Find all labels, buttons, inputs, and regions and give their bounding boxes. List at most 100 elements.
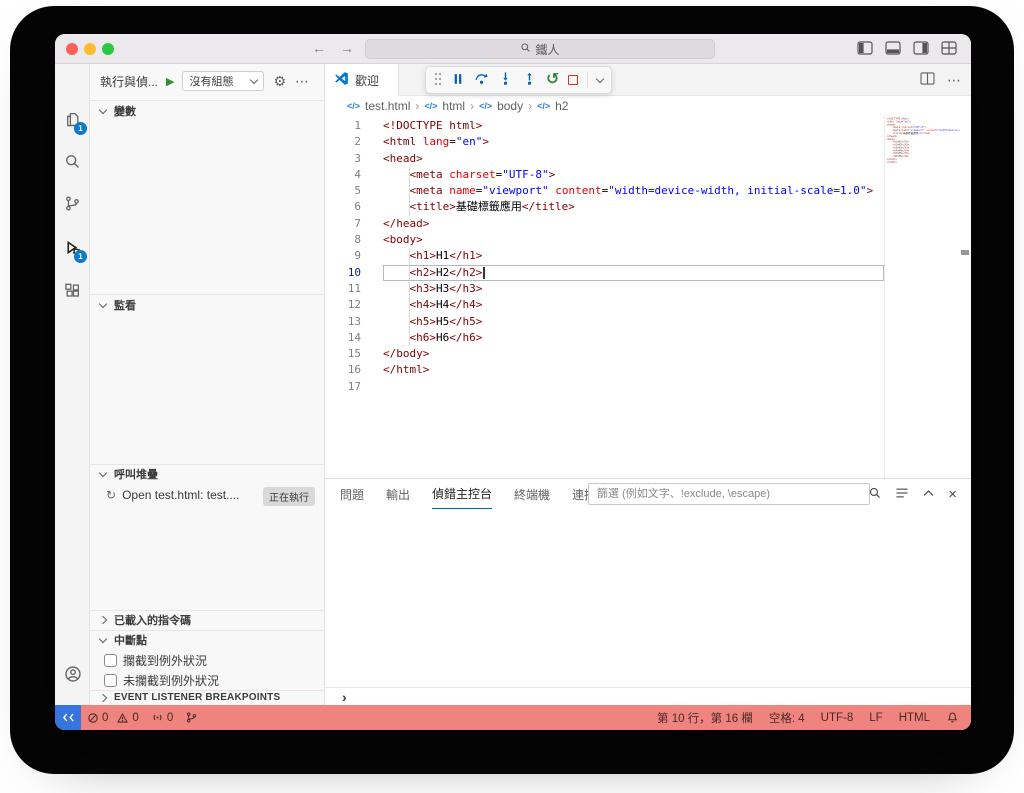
code-line[interactable]: <h5>H5</h5> <box>383 314 884 330</box>
close-panel-icon[interactable]: × <box>948 487 957 502</box>
toggle-panel-icon[interactable] <box>885 41 901 55</box>
toggle-secondary-sidebar-icon[interactable] <box>913 41 929 55</box>
line-number[interactable]: 17 <box>325 379 369 395</box>
line-number[interactable]: 16 <box>325 362 369 378</box>
line-number[interactable]: 12 <box>325 297 369 313</box>
encoding-status[interactable]: UTF-8 <box>821 712 854 724</box>
debug-config-dropdown[interactable]: 沒有組態 <box>182 71 265 91</box>
minimize-window-button[interactable] <box>84 43 96 55</box>
filter-search-icon[interactable] <box>868 486 882 503</box>
views-more-actions-icon[interactable]: ⋯ <box>295 74 309 88</box>
tab-problems[interactable]: 問題 <box>340 479 364 509</box>
code-line[interactable]: <h4>H4</h4> <box>383 297 884 313</box>
command-center-search[interactable]: 鐵人 <box>365 39 715 59</box>
line-number[interactable]: 9 <box>325 248 369 264</box>
maximize-panel-icon[interactable] <box>922 487 935 501</box>
variables-section-header[interactable]: 變數 <box>90 100 325 122</box>
breakpoints-section-header[interactable]: 中斷點 <box>90 630 325 650</box>
breadcrumb-file[interactable]: test.html <box>365 99 410 113</box>
line-number[interactable]: 7 <box>325 216 369 232</box>
line-number[interactable]: 14 <box>325 330 369 346</box>
extensions-icon[interactable] <box>55 273 90 307</box>
line-number[interactable]: 8 <box>325 232 369 248</box>
clear-console-icon[interactable] <box>895 487 909 502</box>
code-line[interactable]: </html> <box>383 362 884 378</box>
editor-actions: ⋯ <box>920 64 961 96</box>
ports-status[interactable]: 0 <box>151 711 173 724</box>
code-line[interactable]: </head> <box>383 216 884 232</box>
search-view-icon[interactable] <box>55 144 90 178</box>
tab-debug-console[interactable]: 偵錯主控台 <box>432 479 493 509</box>
code-line[interactable]: <title>基礎標籤應用</title> <box>383 199 884 215</box>
event-listener-breakpoints-header[interactable]: EVENT LISTENER BREAKPOINTS <box>90 690 325 705</box>
stop-icon[interactable] <box>568 75 579 85</box>
code-line[interactable]: <!DOCTYPE html> <box>383 118 884 134</box>
code-line[interactable]: <head> <box>383 151 884 167</box>
debug-fork-status[interactable] <box>185 711 198 724</box>
toolbar-drag-handle[interactable] <box>434 72 442 89</box>
account-icon[interactable] <box>55 657 90 691</box>
remote-indicator[interactable] <box>55 705 81 730</box>
debug-session-chevron-icon[interactable] <box>596 74 605 83</box>
customize-layout-icon[interactable] <box>941 41 957 55</box>
line-number[interactable]: 4 <box>325 167 369 183</box>
step-over-icon[interactable] <box>474 71 489 89</box>
overview-ruler[interactable] <box>960 116 971 478</box>
eol-status[interactable]: LF <box>869 712 882 724</box>
cursor-position-status[interactable]: 第 10 行，第 16 欄 <box>657 710 753 726</box>
line-number[interactable]: 11 <box>325 281 369 297</box>
toggle-primary-sidebar-icon[interactable] <box>857 41 873 55</box>
language-mode-status[interactable]: HTML <box>899 712 930 724</box>
line-number[interactable]: 3 <box>325 151 369 167</box>
problems-status[interactable]: 0 0 <box>87 712 139 724</box>
code-line[interactable]: <html lang="en"> <box>383 134 884 150</box>
split-editor-icon[interactable] <box>920 72 935 88</box>
line-number[interactable]: 10 <box>325 265 369 281</box>
indentation-status[interactable]: 空格: 4 <box>769 710 805 726</box>
source-control-icon[interactable] <box>55 186 90 220</box>
loaded-scripts-section-header[interactable]: 已載入的指令碼 <box>90 610 325 630</box>
code-line[interactable]: <h3>H3</h3> <box>383 281 884 297</box>
step-out-icon[interactable] <box>522 71 537 89</box>
tab-terminal[interactable]: 終端機 <box>514 479 550 509</box>
zoom-window-button[interactable] <box>102 43 114 55</box>
code-line[interactable]: <h1>H1</h1> <box>383 248 884 264</box>
pause-icon[interactable] <box>451 72 465 89</box>
call-stack-section-header[interactable]: 呼叫堆疊 <box>90 464 325 484</box>
call-stack-item[interactable]: ↻ Open test.html: test.... 正在執行 <box>90 484 325 506</box>
code-line[interactable]: <meta name="viewport" content="width=dev… <box>383 183 884 199</box>
breadcrumb-body[interactable]: body <box>497 99 523 113</box>
history-back-button[interactable]: ← <box>310 40 328 56</box>
history-forward-button[interactable]: → <box>338 40 356 56</box>
debug-console-filter-input[interactable] <box>588 483 870 505</box>
caught-exceptions-checkbox[interactable] <box>104 653 117 667</box>
uncaught-exceptions-checkbox[interactable] <box>104 673 117 687</box>
breadcrumb-html[interactable]: html <box>442 99 465 113</box>
code-line[interactable]: <body> <box>383 232 884 248</box>
step-into-icon[interactable] <box>498 71 513 89</box>
code-line[interactable]: <meta charset="UTF-8"> <box>383 167 884 183</box>
editor-more-actions-icon[interactable]: ⋯ <box>947 73 961 87</box>
close-window-button[interactable] <box>66 43 78 55</box>
start-debug-button[interactable]: ▶ <box>166 75 174 88</box>
line-number[interactable]: 15 <box>325 346 369 362</box>
line-number[interactable]: 2 <box>325 134 369 150</box>
notifications-bell-icon[interactable] <box>946 711 959 724</box>
code-line[interactable]: <h6>H6</h6> <box>383 330 884 346</box>
code-line[interactable] <box>383 379 884 395</box>
line-number[interactable]: 13 <box>325 314 369 330</box>
configure-gear-icon[interactable]: ⚙ <box>273 74 286 88</box>
code-line[interactable]: </body> <box>383 346 884 362</box>
line-number[interactable]: 6 <box>325 199 369 215</box>
code-editor[interactable]: 1 2 3 4 5 6 7 8 9 10 11 12 13 14 15 16 17 <!DOCTYPE html… <box>325 116 971 478</box>
code-line[interactable]: <h2>H2</h2> <box>383 264 884 281</box>
tab-output[interactable]: 輸出 <box>386 479 410 509</box>
breadcrumb-h2[interactable]: h2 <box>555 99 568 113</box>
debug-console-input[interactable]: › <box>325 687 971 706</box>
line-number[interactable]: 5 <box>325 183 369 199</box>
watch-section-header[interactable]: 監看 <box>90 294 325 316</box>
restart-icon[interactable]: ↺ <box>546 72 559 88</box>
minimap[interactable]: <!DOCTYPE html> <html lang="en"> <head> <m… <box>884 116 960 478</box>
line-number[interactable]: 1 <box>325 118 369 134</box>
tab-welcome[interactable]: 歡迎 <box>325 64 399 96</box>
